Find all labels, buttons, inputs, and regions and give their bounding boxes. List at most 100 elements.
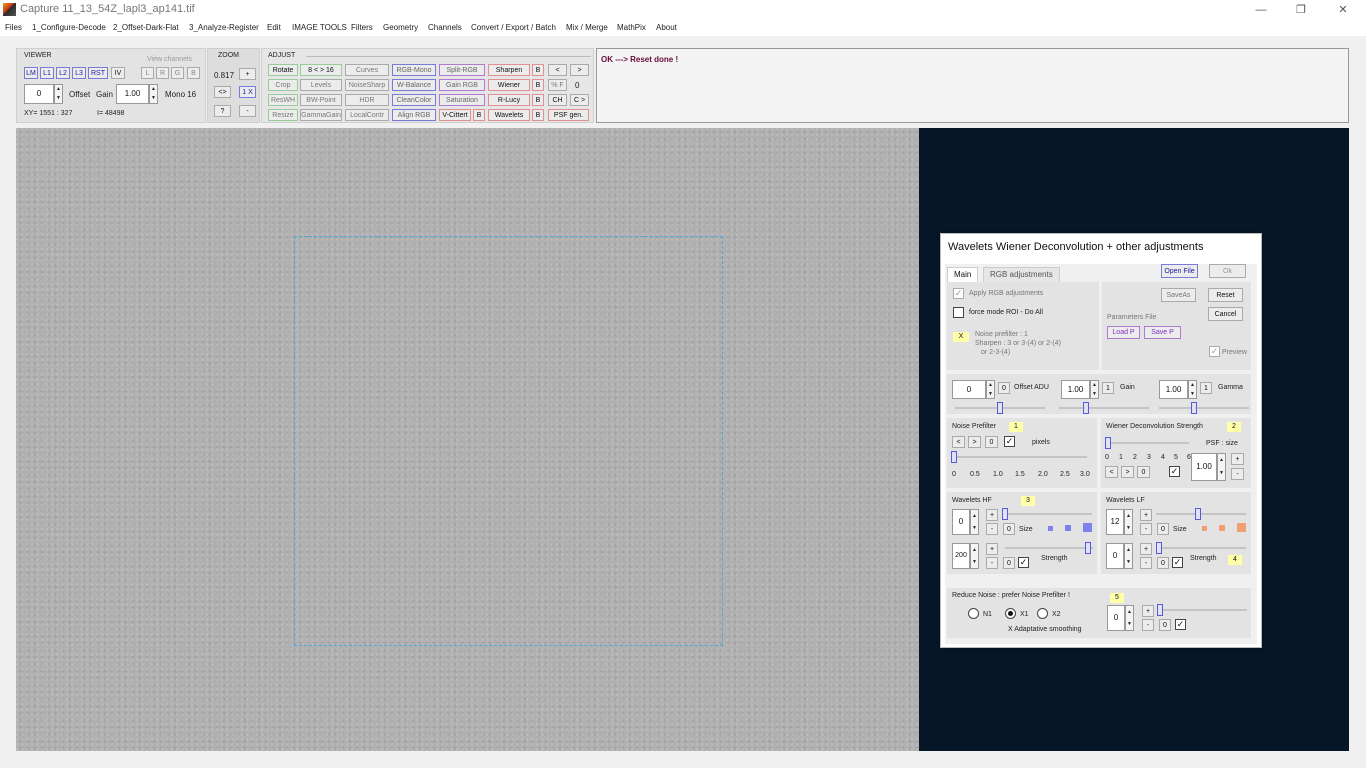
split-rgb-button[interactable]: Split-RGB [439, 64, 485, 76]
hf-zero-button[interactable]: 0 [1003, 523, 1015, 535]
saturation-button[interactable]: Saturation [439, 94, 485, 106]
lf-strength-zero-button[interactable]: 0 [1157, 557, 1169, 569]
rotate-button[interactable]: Rotate [268, 64, 298, 76]
gain-input[interactable]: 1.00 [116, 84, 149, 104]
save-p-button[interactable]: Save P [1144, 326, 1181, 339]
reduce-noise-zero-button[interactable]: 0 [1159, 619, 1171, 631]
hf-strength-minus-button[interactable]: - [986, 557, 998, 569]
rst-button[interactable]: RST [88, 67, 108, 79]
lf-size-input[interactable]: 12 [1106, 509, 1124, 535]
gain-slider[interactable] [1059, 402, 1149, 414]
offset-spinner[interactable]: ▲ ▼ [54, 84, 63, 104]
l1-button[interactable]: L1 [40, 67, 54, 79]
offset-adu-spinner[interactable]: ▲ ▼ [986, 380, 995, 399]
offset-slider[interactable] [955, 402, 1045, 414]
hf-minus-button[interactable]: - [986, 523, 998, 535]
menu-configure-decode[interactable]: 1_Configure-Decode [32, 23, 106, 32]
ok-button[interactable]: Ok [1209, 264, 1246, 278]
gain-one-button[interactable]: 1 [1102, 382, 1114, 394]
iv-button[interactable]: IV [111, 67, 125, 79]
wiener-zero-button[interactable]: 0 [1137, 466, 1150, 478]
hf-plus-button[interactable]: + [986, 509, 998, 521]
w-balance-button[interactable]: W-Balance [392, 79, 436, 91]
wavelets-b-button[interactable]: B [532, 109, 544, 121]
wiener-b-button[interactable]: B [532, 79, 544, 91]
hf-strength-checkbox[interactable]: ✓ [1018, 557, 1029, 568]
preview-checkbox[interactable]: ✓ [1209, 346, 1220, 357]
lf-size-slider[interactable] [1156, 508, 1246, 520]
hf-strength-slider[interactable] [1005, 542, 1093, 554]
psf-size-input[interactable]: 1.00 [1191, 453, 1217, 481]
percent-f-button[interactable]: % F [548, 79, 567, 91]
reduce-noise-slider[interactable] [1157, 604, 1247, 616]
gain-rgb-button[interactable]: Gain RGB [439, 79, 485, 91]
hf-strength-plus-button[interactable]: + [986, 543, 998, 555]
maximize-button[interactable]: ❐ [1286, 2, 1316, 18]
r-lucy-button[interactable]: R-Lucy [488, 94, 530, 106]
r-lucy-b-button[interactable]: B [532, 94, 544, 106]
roi-rectangle[interactable] [294, 236, 723, 646]
lf-zero-button[interactable]: 0 [1157, 523, 1169, 535]
radio-x2[interactable] [1037, 608, 1048, 619]
menu-about[interactable]: About [656, 23, 677, 32]
zoom-fit-button[interactable]: <> [214, 86, 231, 98]
saveas-button[interactable]: SaveAs [1161, 288, 1196, 302]
psf-plus-button[interactable]: + [1231, 453, 1244, 465]
gain-spinner[interactable]: ▲ ▼ [1090, 380, 1099, 399]
offset-adu-input[interactable]: 0 [952, 380, 986, 399]
reduce-noise-input[interactable]: 0 [1107, 605, 1125, 631]
reset-button[interactable]: Reset [1208, 288, 1243, 302]
zoom-in-button[interactable]: + [239, 68, 256, 80]
cancel-button[interactable]: Cancel [1208, 307, 1243, 321]
resize-button[interactable]: Resize [268, 109, 298, 121]
menu-offset-dark-flat[interactable]: 2_Offset-Dark-Flat [113, 23, 179, 32]
menu-channels[interactable]: Channels [428, 23, 462, 32]
noise-prefilter-checkbox[interactable]: ✓ [1004, 436, 1015, 447]
lf-minus-button[interactable]: - [1140, 523, 1152, 535]
noisesharp-button[interactable]: NoiseSharp [345, 79, 389, 91]
open-file-button[interactable]: Open File [1161, 264, 1198, 278]
gamma-spinner[interactable]: ▲ ▼ [1188, 380, 1197, 399]
sharpen-b-button[interactable]: B [532, 64, 544, 76]
gain-input[interactable]: 1.00 [1061, 380, 1090, 399]
close-button[interactable]: ✕ [1328, 2, 1358, 18]
channel-b-button[interactable]: B [187, 67, 200, 79]
psf-minus-button[interactable]: - [1231, 468, 1244, 480]
load-p-button[interactable]: Load P [1107, 326, 1140, 339]
psf-size-spinner[interactable]: ▲ ▼ [1217, 453, 1226, 481]
ch-button[interactable]: CH [548, 94, 567, 106]
channel-g-button[interactable]: G [171, 67, 184, 79]
hf-size-slider[interactable] [1002, 508, 1092, 520]
gamma-one-button[interactable]: 1 [1200, 382, 1212, 394]
apply-rgb-checkbox[interactable]: ✓ [953, 288, 964, 299]
hf-size-input[interactable]: 0 [952, 509, 970, 535]
offset-input[interactable]: 0 [24, 84, 54, 104]
rgb-mono-button[interactable]: RGB-Mono [392, 64, 436, 76]
levels-button[interactable]: Levels [300, 79, 342, 91]
lm-button[interactable]: LM [24, 67, 38, 79]
hf-strength-spinner[interactable]: ▲ ▼ [970, 543, 979, 569]
menu-mathpix[interactable]: MathPix [617, 23, 646, 32]
menu-image-tools[interactable]: IMAGE TOOLS [292, 23, 347, 32]
minimize-button[interactable]: — [1246, 2, 1276, 18]
cleancolor-button[interactable]: CleanColor [392, 94, 436, 106]
noise-prefilter-slider[interactable] [951, 451, 1087, 463]
l2-button[interactable]: L2 [56, 67, 70, 79]
lf-strength-spinner[interactable]: ▲ ▼ [1124, 543, 1133, 569]
menu-filters[interactable]: Filters [351, 23, 373, 32]
sharpen-button[interactable]: Sharpen [488, 64, 530, 76]
v-cittert-b-button[interactable]: B [473, 109, 485, 121]
tab-rgb-adjustments[interactable]: RGB adjustments [983, 267, 1060, 282]
reduce-noise-spinner[interactable]: ▲ ▼ [1125, 605, 1134, 631]
channel-l-button[interactable]: L [141, 67, 154, 79]
gammagain-button[interactable]: GammaGain [300, 109, 342, 121]
menu-mix-merge[interactable]: Mix / Merge [566, 23, 608, 32]
l3-button[interactable]: L3 [72, 67, 86, 79]
align-rgb-button[interactable]: Align RGB [392, 109, 436, 121]
hdr-button[interactable]: HDR [345, 94, 389, 106]
bitdepth-8-16-button[interactable]: 8 < > 16 [300, 64, 342, 76]
noise-next-button[interactable]: > [968, 436, 981, 448]
lf-strength-slider[interactable] [1156, 542, 1246, 554]
reduce-noise-checkbox[interactable]: ✓ [1175, 619, 1186, 630]
bw-point-button[interactable]: BW-Point [300, 94, 342, 106]
